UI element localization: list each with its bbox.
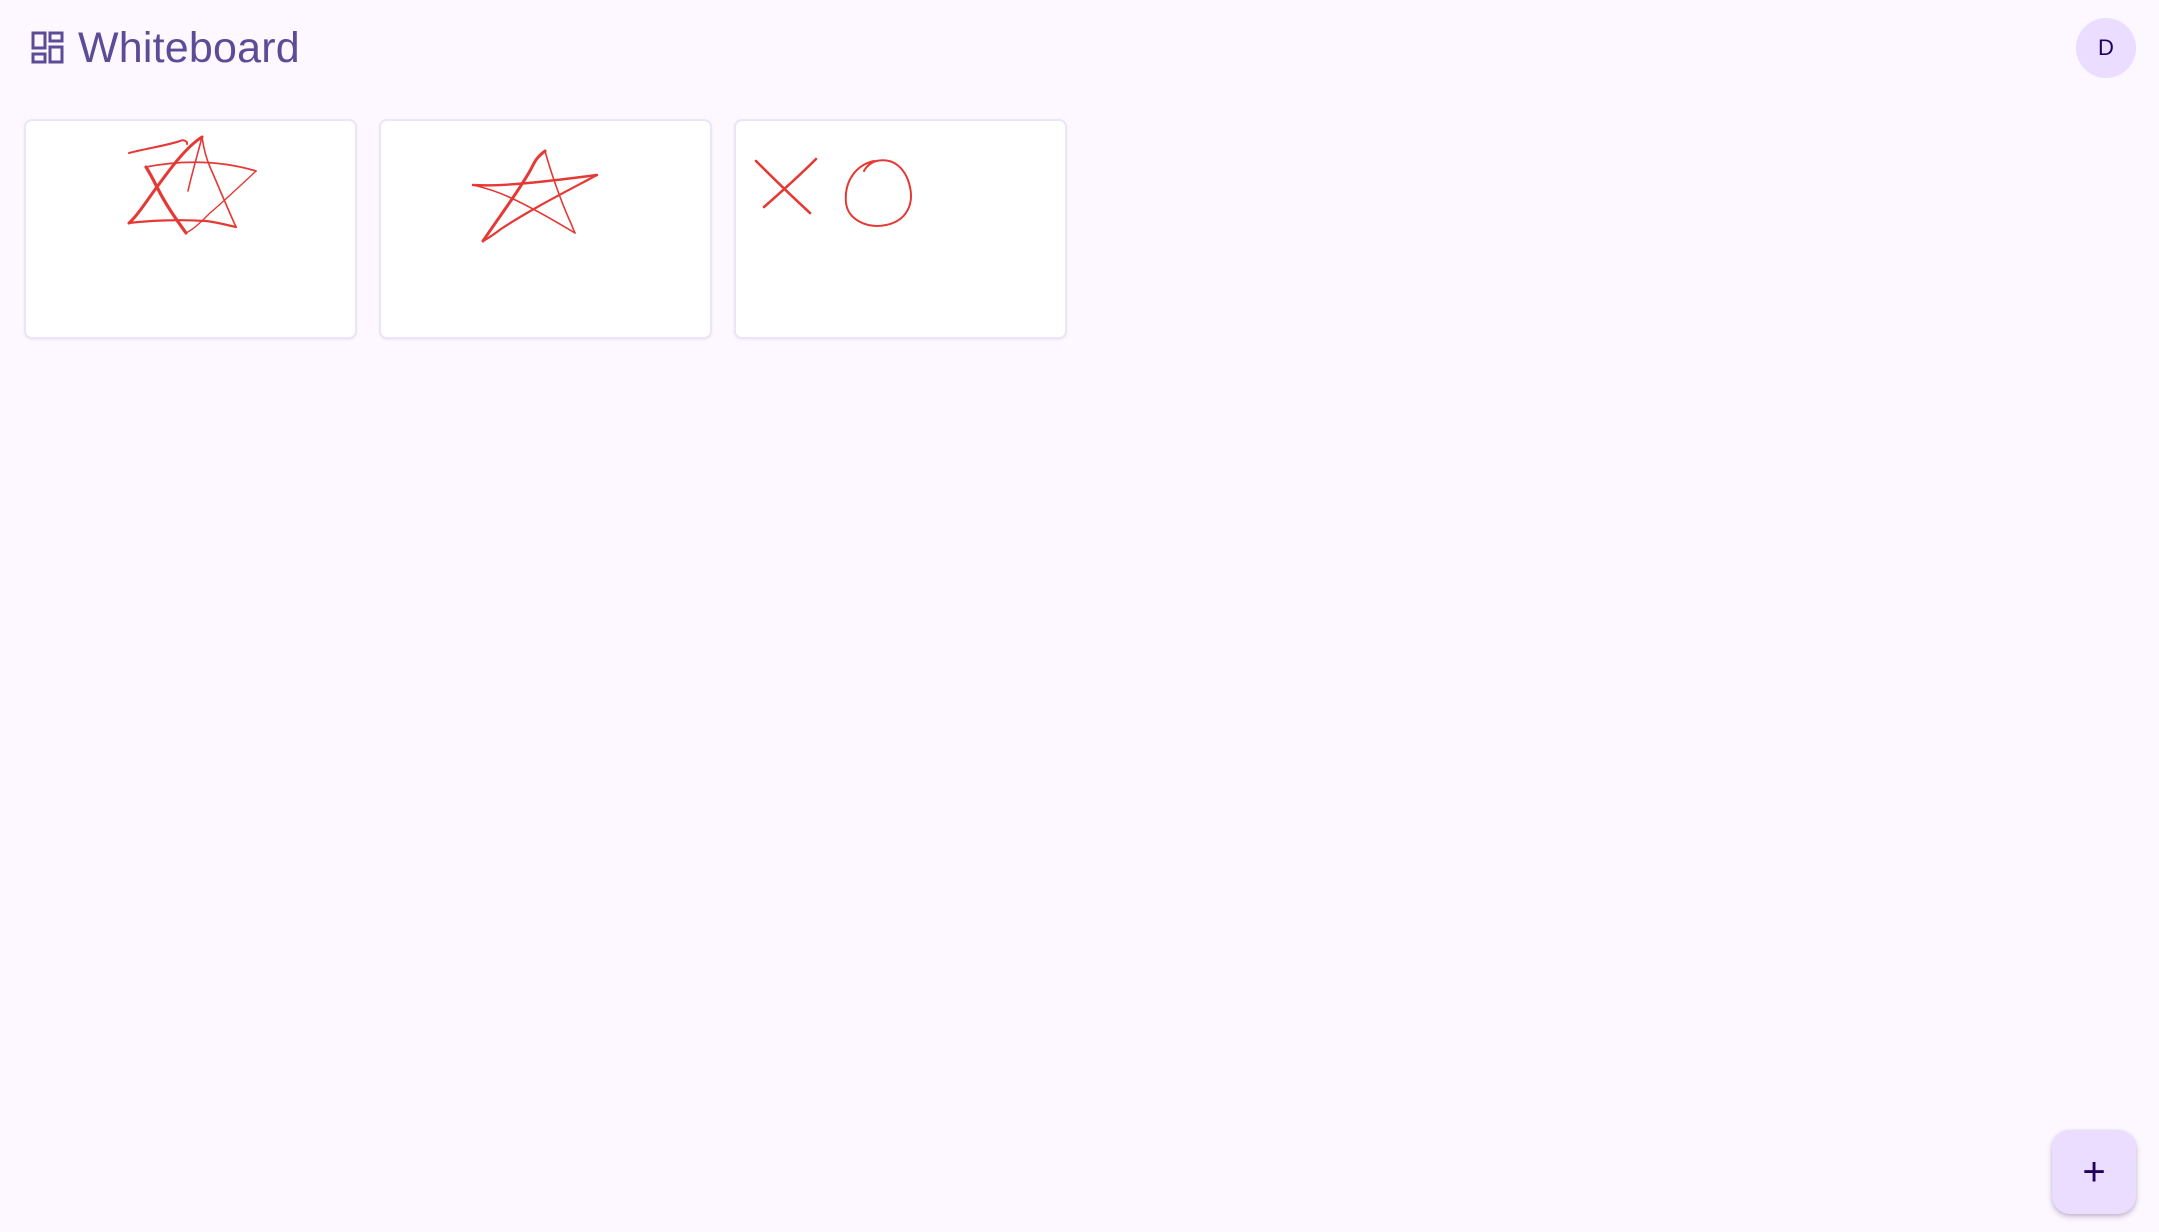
avatar[interactable]: D [2076, 18, 2136, 78]
board-card[interactable] [734, 119, 1067, 339]
board-card[interactable] [379, 119, 712, 339]
app-bar: Whiteboard D [0, 0, 2159, 96]
board-thumbnail-star [471, 149, 599, 243]
board-card[interactable] [24, 119, 357, 339]
page-title: Whiteboard [78, 24, 300, 72]
dashboard-icon[interactable] [31, 31, 64, 64]
plus-icon: + [2082, 1149, 2106, 1194]
add-board-button[interactable]: + [2052, 1130, 2136, 1214]
board-thumbnail-star [127, 135, 257, 235]
board-thumbnail-x-circle [754, 157, 912, 227]
